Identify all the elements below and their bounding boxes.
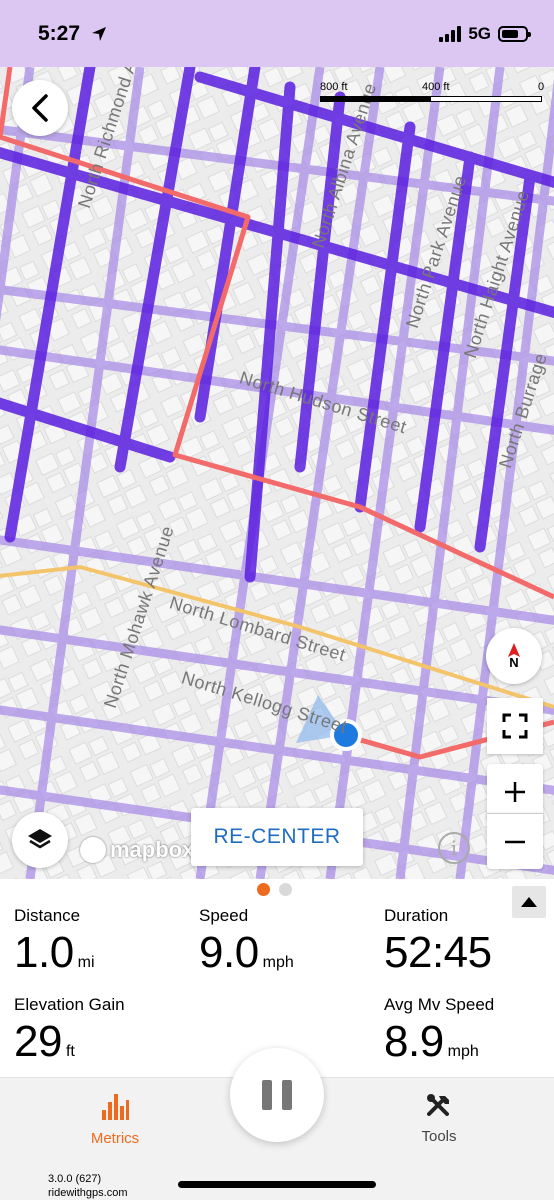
pause-button[interactable] [230, 1048, 324, 1142]
version-number: 3.0.0 (627) [48, 1173, 102, 1185]
metric-value: 1.0 mi [14, 928, 95, 978]
zoom-in-button[interactable] [487, 764, 543, 820]
map-view[interactable]: North Richmond Avenue North Hudson Stree… [0, 67, 554, 879]
tab-metrics[interactable]: Metrics [55, 1092, 175, 1147]
collapse-button[interactable] [512, 886, 546, 918]
metric-unit: mph [262, 954, 294, 971]
tools-icon [427, 1094, 449, 1116]
metric-distance: Distance 1.0 mi [14, 906, 95, 978]
scale-label: 400 ft [422, 81, 450, 93]
metric-label: Speed [199, 906, 249, 925]
scale-bar [320, 96, 542, 102]
metric-value: 52:45 [384, 928, 492, 978]
version-info: 3.0.0 (627) ridewithgps.com [48, 1172, 127, 1200]
layers-icon [28, 829, 52, 849]
scale-label: 800 ft [320, 81, 348, 93]
fullscreen-icon [502, 713, 528, 739]
triangle-up-icon [521, 897, 537, 907]
metric-value: 29 ft [14, 1017, 125, 1067]
metric-avg-moving-speed: Avg Mv Speed 8.9 mph [384, 995, 494, 1067]
metric-number: 52:45 [384, 928, 492, 977]
location-arrow-icon [92, 27, 106, 41]
fit-route-button[interactable] [487, 698, 543, 754]
compass-label: N [509, 654, 519, 670]
tab-label: Tools [421, 1128, 457, 1145]
status-time: 5:27 [38, 22, 81, 45]
tab-tools[interactable]: Tools [379, 1092, 499, 1145]
metric-number: 9.0 [199, 928, 259, 977]
signal-icon [439, 26, 462, 42]
pause-icon [262, 1080, 272, 1110]
metric-number: 29 [14, 1017, 62, 1066]
compass-button[interactable]: N [486, 628, 542, 684]
network-type: 5G [468, 24, 491, 43]
map-scale: 800 ft 400 ft 0 [320, 81, 544, 105]
metric-label: Elevation Gain [14, 995, 125, 1014]
page-indicator[interactable] [257, 883, 292, 896]
metric-elevation-gain: Elevation Gain 29 ft [14, 995, 125, 1067]
metric-duration: Duration 52:45 [384, 906, 492, 978]
plus-icon [505, 782, 525, 802]
recenter-button[interactable]: RE-CENTER [191, 808, 363, 866]
scale-label: 0 [538, 81, 545, 93]
metric-value: 9.0 mph [199, 928, 294, 978]
metric-label: Duration [384, 906, 449, 925]
metric-unit: ft [65, 1043, 75, 1060]
info-icon[interactable]: i [438, 832, 470, 864]
metric-unit: mph [447, 1043, 479, 1060]
home-indicator[interactable] [178, 1181, 376, 1188]
metric-value: 8.9 mph [384, 1017, 494, 1067]
mapbox-text: mapbox [110, 837, 195, 862]
layers-button[interactable] [12, 812, 68, 868]
metric-unit: mi [77, 954, 95, 971]
pause-icon [282, 1080, 292, 1110]
page-dot-active[interactable] [257, 883, 270, 896]
mapbox-icon [80, 837, 106, 863]
tab-label: Metrics [90, 1130, 140, 1147]
bar-chart-icon [102, 1094, 129, 1120]
metric-number: 8.9 [384, 1017, 444, 1066]
minus-icon [505, 840, 525, 843]
battery-icon [498, 26, 531, 42]
metric-label: Distance [14, 906, 81, 925]
zoom-out-button[interactable] [487, 813, 543, 869]
metric-number: 1.0 [14, 928, 74, 977]
page-dot[interactable] [279, 883, 292, 896]
metric-speed: Speed 9.0 mph [199, 906, 294, 978]
status-icons: 5G [439, 24, 531, 44]
back-button[interactable] [12, 80, 68, 136]
mapbox-logo[interactable]: mapbox [80, 837, 194, 863]
status-bar: 5:27 5G [0, 0, 554, 67]
site-url: ridewithgps.com [48, 1187, 128, 1199]
metric-label: Avg Mv Speed [384, 995, 495, 1014]
chevron-left-icon [32, 94, 48, 122]
